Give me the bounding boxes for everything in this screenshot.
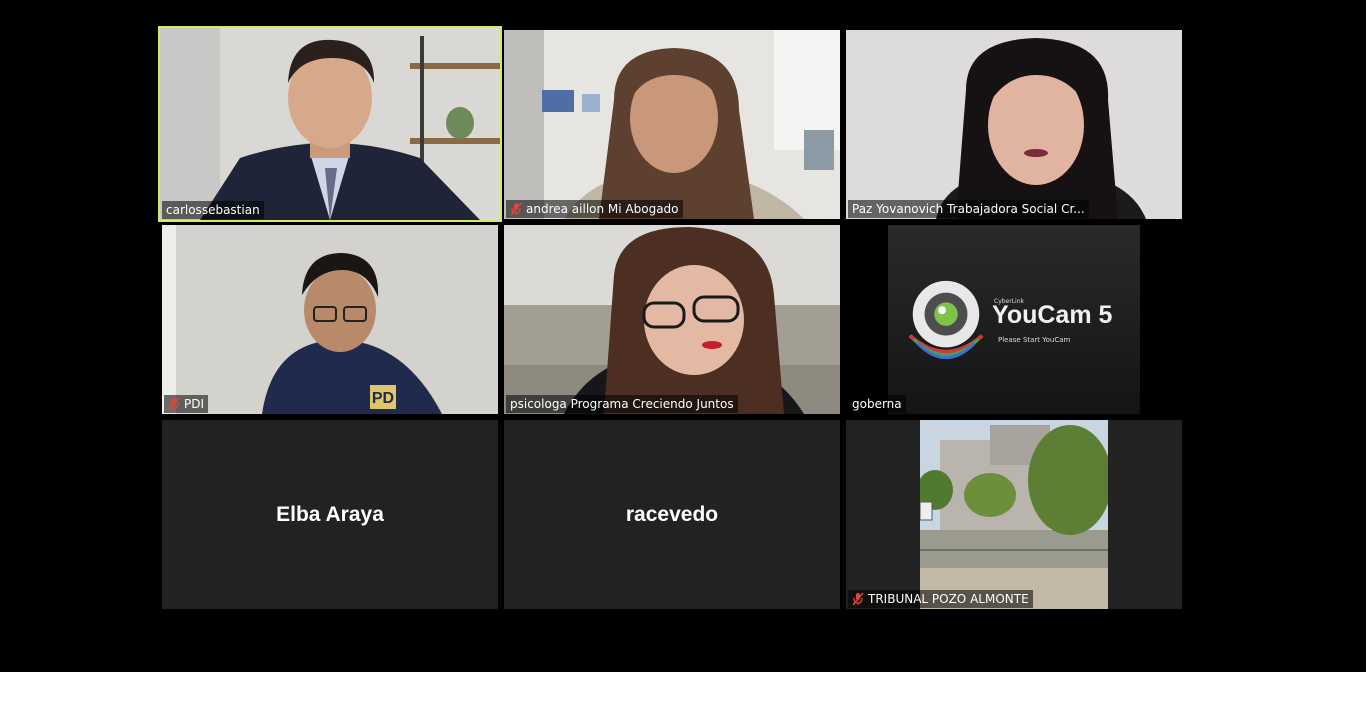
participant-name-label: carlossebastian	[162, 201, 264, 219]
participant-name-label: goberna	[848, 395, 906, 413]
participant-tile-carlossebastian[interactable]: carlossebastian	[158, 26, 502, 222]
participant-tile-racevedo[interactable]: racevedo	[504, 420, 840, 609]
youcam-logo-icon	[908, 280, 984, 359]
participant-name-centered: Elba Araya	[276, 502, 384, 526]
participant-name: TRIBUNAL POZO ALMONTE	[868, 592, 1029, 606]
participant-tile-goberna[interactable]: CyberLink YouCam 5 Please Start YouCam g…	[846, 225, 1182, 414]
participant-name-label: PDI	[164, 395, 209, 413]
participant-video	[846, 30, 1182, 219]
svg-text:PD: PD	[372, 390, 394, 407]
participant-tile-tribunal[interactable]: TRIBUNAL POZO ALMONTE	[846, 420, 1182, 609]
participant-video	[920, 420, 1108, 609]
participant-name: andrea aillon Mi Abogado	[526, 202, 679, 216]
participant-name-centered: racevedo	[625, 502, 719, 526]
participant-video: PD	[162, 225, 498, 414]
muted-mic-icon	[168, 397, 180, 411]
participant-name-label: psicologa Programa Creciendo Juntos	[506, 395, 738, 413]
participant-tile-psicologa[interactable]: psicologa Programa Creciendo Juntos	[504, 225, 840, 414]
participant-tile-elba-araya[interactable]: Elba Araya	[162, 420, 498, 609]
participant-name: Paz Yovanovich Trabajadora Social Cr...	[852, 202, 1085, 216]
muted-mic-icon	[510, 202, 522, 216]
video-gallery: carlossebastian andrea aillon Mi Abogado	[0, 0, 1366, 672]
participant-name: goberna	[852, 397, 902, 411]
youcam-message: Please Start YouCam	[998, 336, 1071, 344]
muted-mic-icon	[852, 592, 864, 606]
participant-name: psicologa Programa Creciendo Juntos	[510, 397, 734, 411]
participant-name: carlossebastian	[166, 203, 260, 217]
participant-video	[160, 28, 500, 220]
participant-tile-paz[interactable]: Paz Yovanovich Trabajadora Social Cr...	[846, 30, 1182, 219]
youcam-title: YouCam 5	[992, 301, 1113, 329]
youcam-placeholder: CyberLink YouCam 5 Please Start YouCam	[888, 225, 1140, 414]
participant-name-label: andrea aillon Mi Abogado	[506, 200, 683, 218]
participant-tile-pdi[interactable]: PD PDI	[162, 225, 498, 414]
participant-video	[504, 30, 840, 219]
participant-name-label: TRIBUNAL POZO ALMONTE	[848, 590, 1033, 608]
participant-video	[504, 225, 840, 414]
participant-name-label: Paz Yovanovich Trabajadora Social Cr...	[848, 200, 1089, 218]
participant-name: PDI	[184, 397, 205, 411]
participant-tile-andrea[interactable]: andrea aillon Mi Abogado	[504, 30, 840, 219]
